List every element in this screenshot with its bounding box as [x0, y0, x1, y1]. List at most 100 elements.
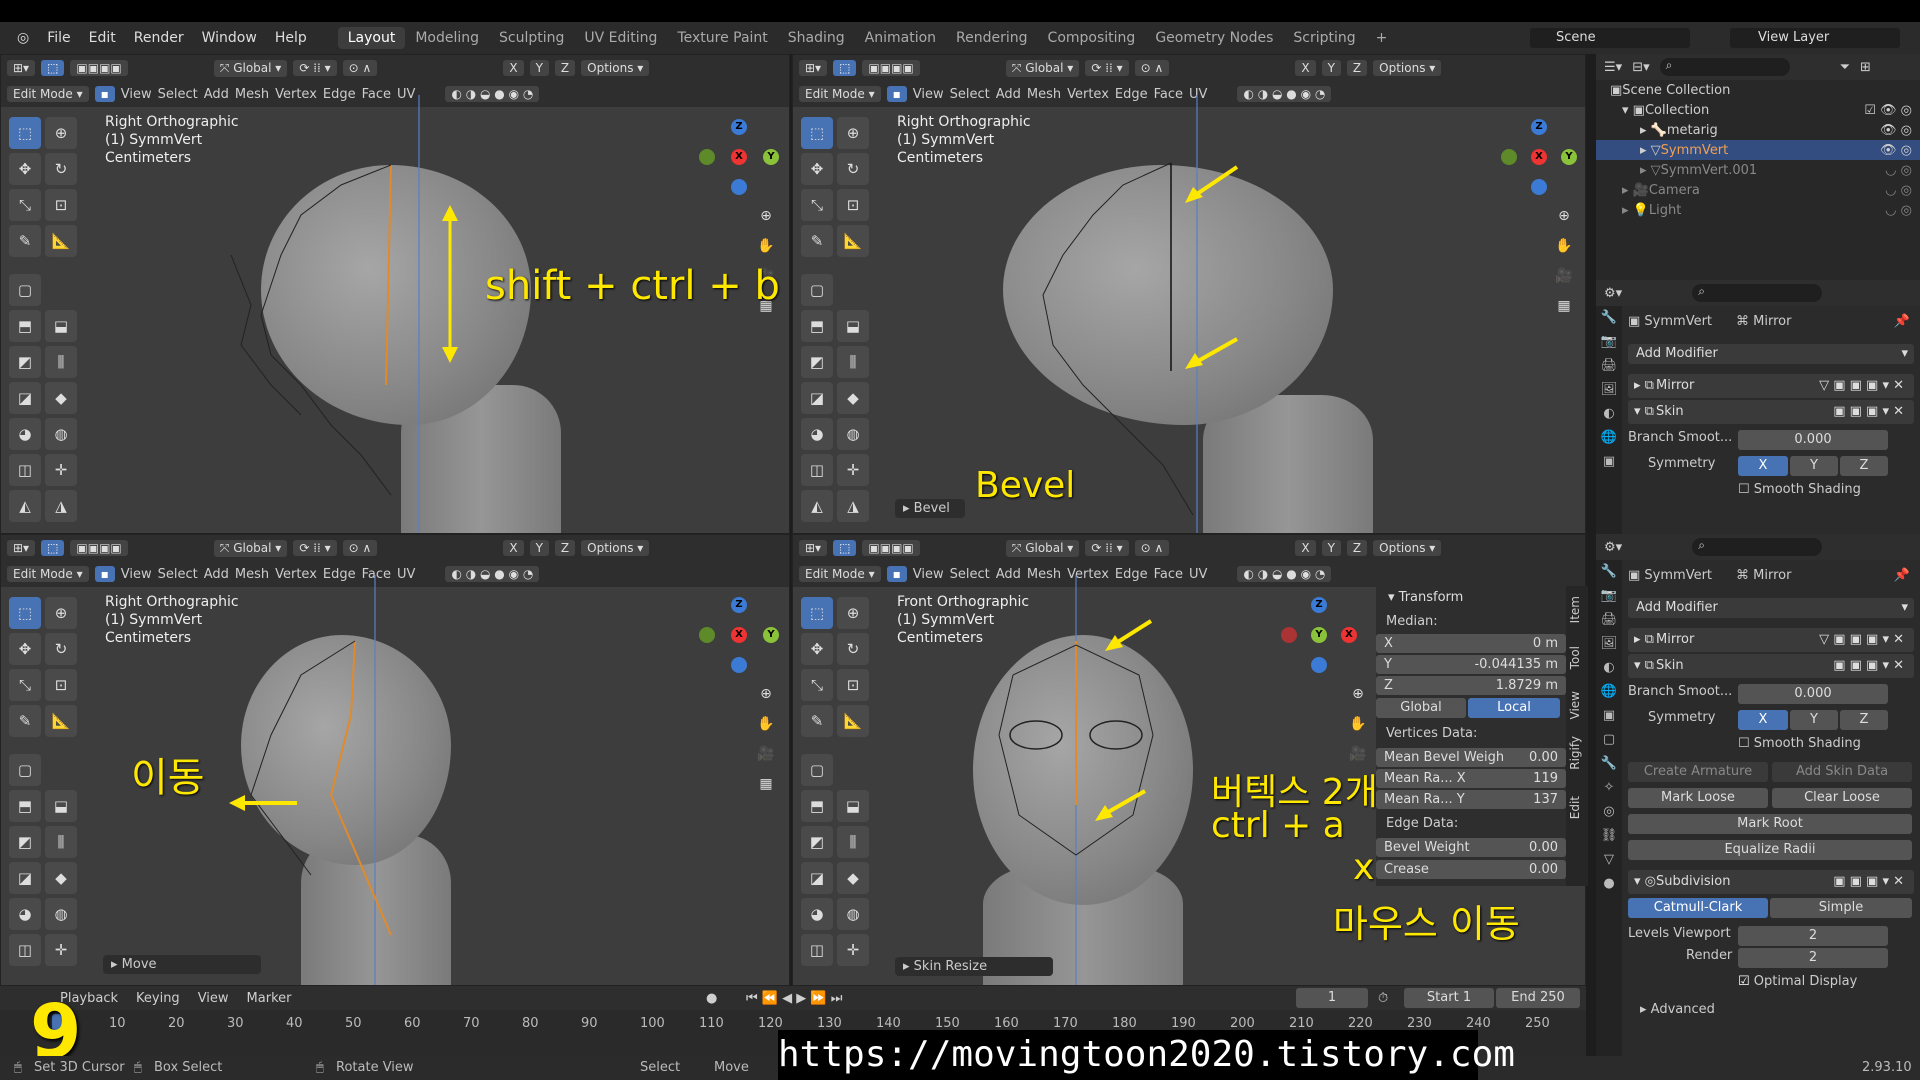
mirror-modifier[interactable]: ▸ ⧉ Mirror ▽ ▣ ▣ ▣ ▾ ✕: [1628, 374, 1914, 398]
branch-smooth-field[interactable]: 0.000: [1738, 430, 1888, 450]
record-icon[interactable]: ●: [706, 991, 717, 1006]
properties-search[interactable]: ⌕: [1692, 538, 1823, 556]
modifier-tab-icon[interactable]: 🔧: [1596, 752, 1622, 776]
gizmo-x-icon[interactable]: X: [1531, 149, 1547, 165]
tab-edit[interactable]: Edit: [1568, 796, 1582, 819]
mean-radius-y-field[interactable]: Mean Ra... Y 137: [1376, 790, 1566, 809]
zoom-icon[interactable]: ⊕: [753, 203, 779, 229]
outliner-row-symmvert-001[interactable]: ▸ ▽ SymmVert.001 ◡ ◎: [1596, 160, 1920, 180]
outliner-type-icon[interactable]: ☰▾: [1604, 60, 1622, 75]
move-operator-panel[interactable]: ▸ Move: [103, 955, 261, 974]
gizmo-x-icon[interactable]: X: [731, 149, 747, 165]
menu-edit[interactable]: Edit: [80, 30, 125, 46]
tab-rigify[interactable]: Rigify: [1568, 736, 1582, 770]
median-y-field[interactable]: Y -0.044135 m: [1376, 655, 1566, 674]
skin-resize-operator-panel[interactable]: ▸ Skin Resize: [895, 957, 1053, 976]
median-z-field[interactable]: Z 1.8729 m: [1376, 676, 1566, 695]
playback-controls[interactable]: ⏮ ⏪ ◀ ▶ ⏩ ⏭: [746, 991, 842, 1006]
smooth-shading-row[interactable]: ☐ Smooth Shading: [1628, 482, 1914, 504]
viewport-top-left[interactable]: ⊞▾ ⬚ ▣▣▣▣ ⤧ Global ▾ ⟳ ⁞⁞ ▾ ⊙ ∧ X Y Z Op…: [0, 54, 790, 534]
modifier-toggles[interactable]: ▽ ▣ ▣ ▣ ▾ ✕: [1819, 628, 1904, 652]
view-layer-tab-icon[interactable]: 🖼: [1596, 632, 1622, 656]
render-levels-field[interactable]: 2: [1738, 948, 1888, 968]
modifier-toggles[interactable]: ▽ ▣ ▣ ▣ ▾ ✕: [1819, 374, 1904, 398]
scene-tab-icon[interactable]: ◐: [1596, 402, 1622, 426]
tool-tab-icon[interactable]: 🔧: [1596, 306, 1622, 330]
zoom-icon[interactable]: ⊕: [1551, 203, 1577, 229]
properties-type-icon[interactable]: ⚙▾: [1604, 286, 1622, 301]
checkbox-icon[interactable]: ☐: [1738, 736, 1754, 751]
symmetry-y-toggle[interactable]: Y: [1790, 456, 1838, 476]
mark-root-button[interactable]: Mark Root: [1628, 814, 1912, 834]
menu-keying[interactable]: Keying: [136, 991, 180, 1006]
camera-view-icon[interactable]: 🎥: [753, 741, 779, 767]
symmetry-z-toggle[interactable]: Z: [1840, 456, 1888, 476]
levels-viewport-field[interactable]: 2: [1738, 926, 1888, 946]
checkbox-checked-icon[interactable]: ☑: [1738, 974, 1754, 989]
scene-selector[interactable]: Scene: [1530, 28, 1690, 48]
output-tab-icon[interactable]: 🖨: [1596, 354, 1622, 378]
modifier-toggles[interactable]: ▣ ▣ ▣ ▾ ✕: [1833, 870, 1904, 894]
tab-geometry-nodes[interactable]: Geometry Nodes: [1145, 27, 1283, 49]
gizmo-neg-z-icon[interactable]: [731, 179, 747, 195]
output-tab-icon[interactable]: 🖨: [1596, 608, 1622, 632]
tab-rendering[interactable]: Rendering: [946, 27, 1038, 49]
outliner-row-collection[interactable]: ▾ ▣ Collection ☑ 👁 ◎: [1596, 100, 1920, 120]
transform-header[interactable]: ▾ Transform: [1378, 590, 1562, 610]
object-tab-icon[interactable]: ▢: [1596, 728, 1622, 752]
menu-render[interactable]: Render: [125, 30, 193, 46]
modifier-toggles[interactable]: ▣ ▣ ▣ ▾ ✕: [1833, 400, 1904, 424]
mean-radius-x-field[interactable]: Mean Ra... X 119: [1376, 769, 1566, 788]
tab-texture-paint[interactable]: Texture Paint: [667, 27, 777, 49]
crease-field[interactable]: Crease 0.00: [1376, 860, 1566, 879]
particles-tab-icon[interactable]: ✧: [1596, 776, 1622, 800]
symmetry-y-toggle[interactable]: Y: [1790, 710, 1838, 730]
end-frame-field[interactable]: End 250: [1496, 988, 1580, 1008]
gizmo-neg-y-icon[interactable]: [1501, 149, 1517, 165]
add-workspace-icon[interactable]: +: [1366, 27, 1398, 49]
start-frame-field[interactable]: Start 1: [1404, 988, 1494, 1008]
symmetry-x-toggle[interactable]: X: [1738, 710, 1788, 730]
ortho-toggle-icon[interactable]: ▦: [753, 771, 779, 797]
mirror-modifier[interactable]: ▸ ⧉ Mirror ▽ ▣ ▣ ▣ ▾ ✕: [1628, 628, 1914, 652]
menu-file[interactable]: File: [38, 30, 79, 46]
smooth-shading-row[interactable]: ☐ Smooth Shading: [1628, 736, 1914, 758]
outliner-row-camera[interactable]: ▸ 🎥 Camera ◡ ◎: [1596, 180, 1920, 200]
gizmo-z-icon[interactable]: Z: [1311, 597, 1327, 613]
gizmo-neg-z-icon[interactable]: [1311, 657, 1327, 673]
tab-uv-editing[interactable]: UV Editing: [574, 27, 667, 49]
world-tab-icon[interactable]: 🌐: [1596, 680, 1622, 704]
gizmo-z-icon[interactable]: Z: [731, 119, 747, 135]
render-tab-icon[interactable]: 📷: [1596, 330, 1622, 354]
gizmo-z-icon[interactable]: Z: [731, 597, 747, 613]
mean-bevel-field[interactable]: Mean Bevel Weigh 0.00: [1376, 748, 1566, 767]
new-collection-icon[interactable]: ⊞: [1860, 60, 1871, 75]
tab-sculpting[interactable]: Sculpting: [489, 27, 574, 49]
add-modifier-dropdown[interactable]: Add Modifier ▾: [1628, 344, 1914, 364]
properties-search[interactable]: ⌕: [1692, 284, 1823, 302]
catmull-clark-toggle[interactable]: Catmull-Clark: [1628, 898, 1768, 918]
median-x-field[interactable]: X 0 m: [1376, 634, 1566, 653]
ortho-toggle-icon[interactable]: ▦: [1551, 293, 1577, 319]
tab-view[interactable]: View: [1568, 691, 1582, 719]
display-mode-icon[interactable]: ⊟▾: [1632, 60, 1649, 75]
properties-type-icon[interactable]: ⚙▾: [1604, 540, 1622, 555]
outliner-row-metarig[interactable]: ▸ 🦴 metarig 👁 ◎: [1596, 120, 1920, 140]
tool-tab-icon[interactable]: 🔧: [1596, 560, 1622, 584]
clock-icon[interactable]: ⏱: [1378, 991, 1388, 1006]
symmetry-z-toggle[interactable]: Z: [1840, 710, 1888, 730]
gizmo-x-icon[interactable]: X: [1341, 627, 1357, 643]
tab-layout[interactable]: Layout: [337, 27, 406, 49]
create-armature-button[interactable]: Create Armature: [1628, 762, 1768, 782]
tab-compositing[interactable]: Compositing: [1038, 27, 1146, 49]
tab-animation[interactable]: Animation: [855, 27, 946, 49]
tab-item[interactable]: Item: [1568, 596, 1582, 623]
local-toggle[interactable]: Local: [1468, 698, 1560, 718]
visibility-icons[interactable]: ◡ ◎: [1885, 183, 1912, 198]
simple-toggle[interactable]: Simple: [1770, 898, 1912, 918]
visibility-icons[interactable]: 👁 ◎: [1880, 143, 1912, 158]
gizmo-x-icon[interactable]: X: [731, 627, 747, 643]
gizmo-y-icon[interactable]: Y: [763, 149, 779, 165]
gizmo-neg-z-icon[interactable]: [1531, 179, 1547, 195]
pan-icon[interactable]: ✋: [1551, 233, 1577, 259]
